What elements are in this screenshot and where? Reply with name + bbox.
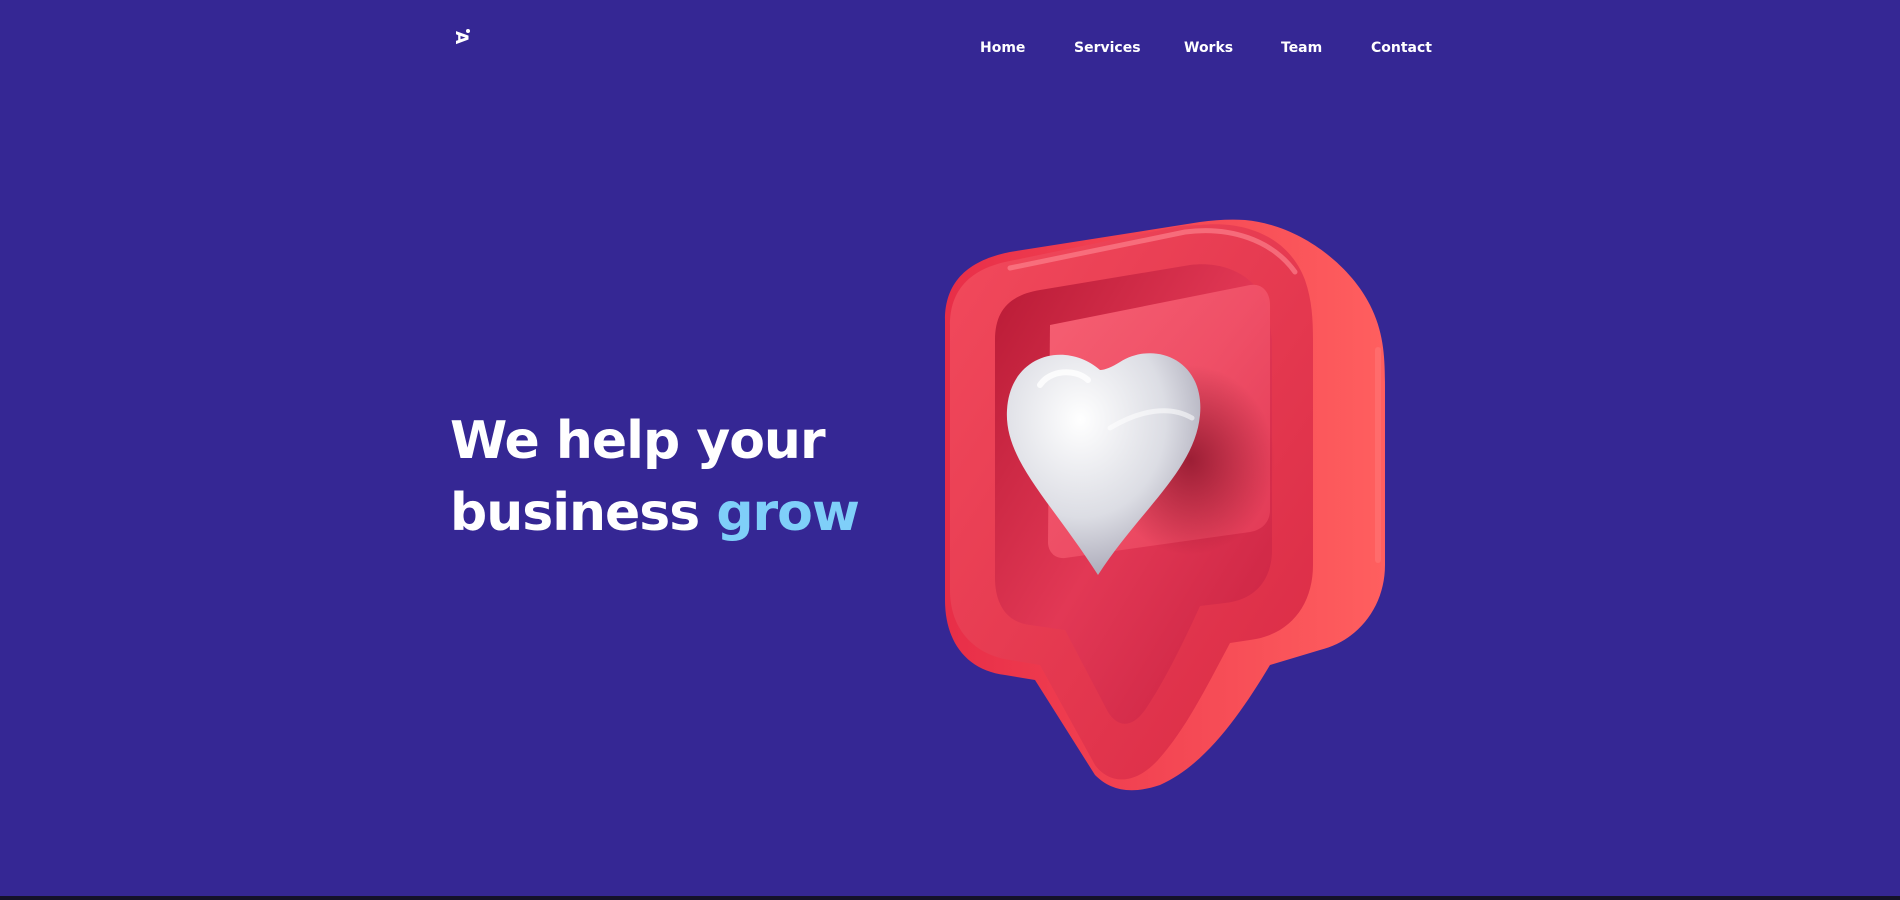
nav-item-home[interactable]: Home	[980, 38, 1025, 58]
logo-letter: A	[451, 31, 471, 45]
bottom-divider	[0, 896, 1900, 900]
hero-headline: We help your business grow	[450, 405, 860, 549]
nav-item-contact[interactable]: Contact	[1371, 38, 1432, 58]
hero-headline-line-1: We help your	[450, 411, 826, 471]
logo-dot	[466, 29, 470, 33]
heart-speech-bubble-icon	[900, 210, 1430, 800]
logo-icon[interactable]: A	[451, 29, 473, 51]
page: A Home Services Works Team Contact We he…	[0, 0, 1900, 900]
hero-headline-line-2: business grow	[450, 477, 860, 549]
nav-item-services[interactable]: Services	[1074, 38, 1141, 58]
hero-headline-accent: grow	[716, 483, 860, 543]
hero-headline-prefix: business	[450, 483, 717, 543]
nav-item-works[interactable]: Works	[1184, 38, 1233, 58]
nav-item-team[interactable]: Team	[1281, 38, 1322, 58]
